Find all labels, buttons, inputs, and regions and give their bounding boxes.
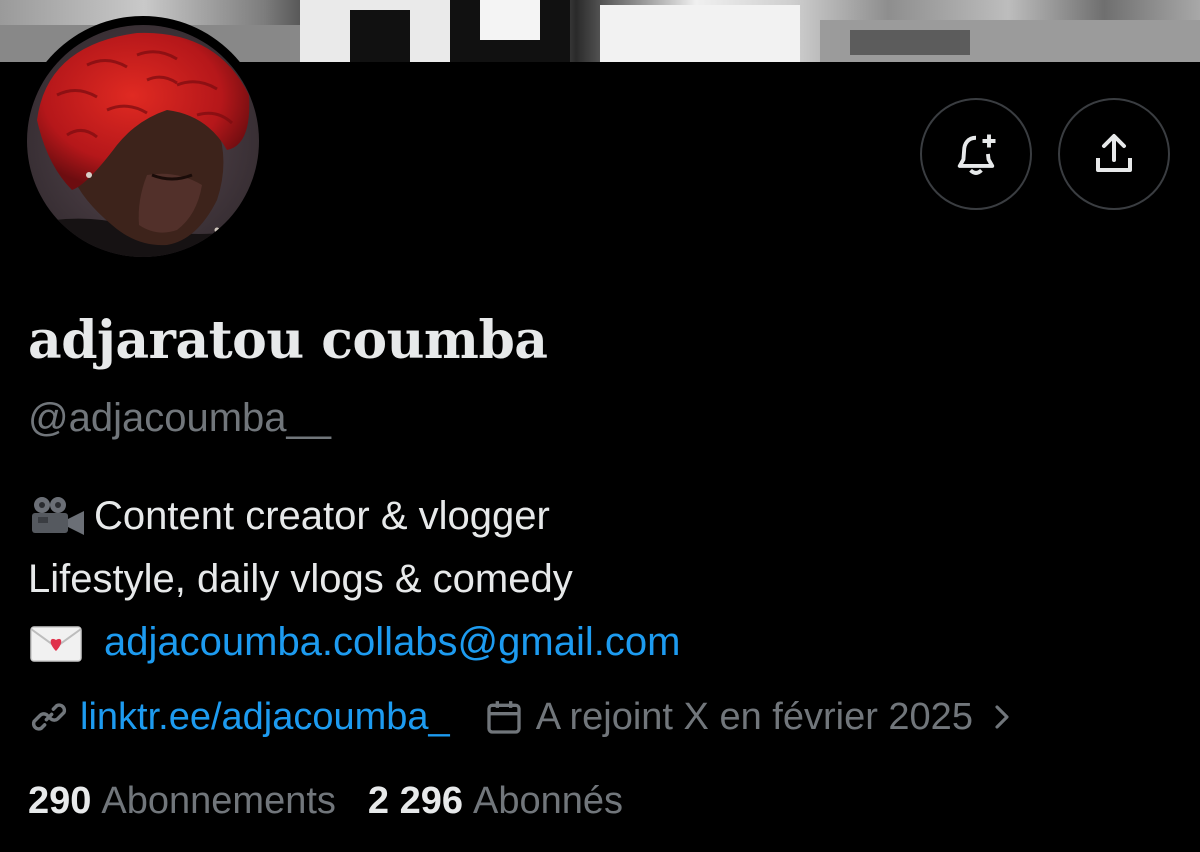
share-upload-icon	[1096, 134, 1132, 172]
profile-meta-row: linktr.ee/adjacoumba_ A rejoint X en fév…	[28, 695, 1017, 739]
bio-line-1: Content creator & vlogger	[28, 494, 550, 539]
display-name: adjaratou coumba	[28, 310, 548, 371]
movie-camera-icon	[28, 495, 90, 539]
link-icon	[31, 703, 67, 731]
chevron-right-icon[interactable]	[987, 702, 1017, 732]
following-stat[interactable]: 290 Abonnements	[28, 780, 336, 823]
bio-line-2: Lifestyle, daily vlogs & comedy	[28, 557, 573, 602]
notify-button[interactable]	[920, 98, 1032, 210]
love-letter-icon	[28, 621, 86, 665]
avatar-photo	[27, 25, 259, 257]
bio-text-2: Lifestyle, daily vlogs & comedy	[28, 557, 573, 601]
joined-date[interactable]: A rejoint X en février 2025	[536, 696, 973, 739]
calendar-icon	[487, 701, 521, 734]
followers-count: 2 296	[367, 780, 463, 822]
bio-line-3: adjacoumba.collabs@gmail.com	[28, 620, 680, 665]
user-handle: @adjacoumba__	[28, 396, 332, 440]
follow-stats: 290 Abonnements 2 296 Abonnés	[28, 780, 655, 823]
following-count: 290	[28, 780, 92, 822]
avatar[interactable]	[27, 25, 259, 257]
bell-plus-icon	[957, 134, 996, 175]
followers-stat[interactable]: 2 296 Abonnés	[368, 780, 623, 823]
share-button[interactable]	[1058, 98, 1170, 210]
website-link[interactable]: linktr.ee/adjacoumba_	[80, 696, 450, 739]
followers-label: Abonnés	[473, 780, 624, 822]
bio-text-1: Content creator & vlogger	[94, 494, 550, 538]
following-label: Abonnements	[101, 780, 336, 822]
email-link[interactable]: adjacoumba.collabs@gmail.com	[104, 620, 680, 665]
